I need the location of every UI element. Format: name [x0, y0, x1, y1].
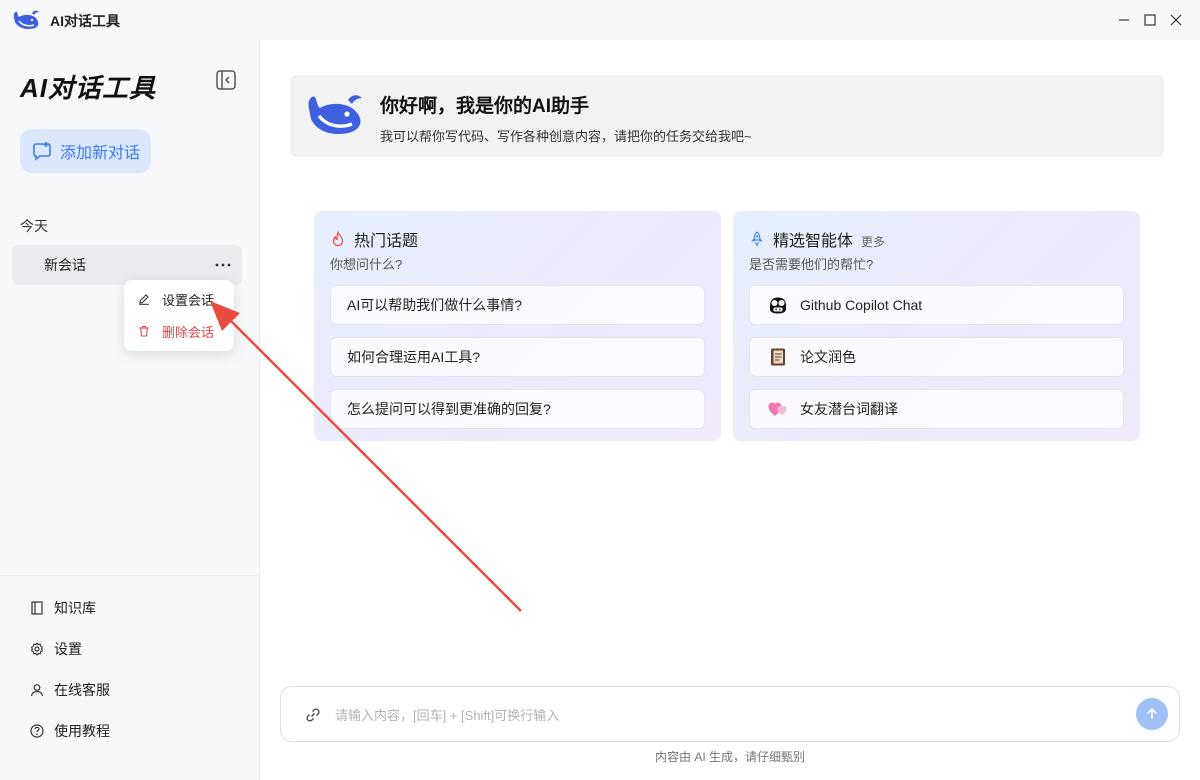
hearts-icon [768, 402, 787, 416]
maximize-button[interactable] [1140, 10, 1160, 30]
ai-disclaimer: 内容由 AI 生成，请仔细甄别 [654, 750, 805, 764]
menu-item-edit-conversation[interactable]: 设置会话 [138, 289, 214, 309]
user-icon [30, 684, 44, 697]
copilot-icon [770, 297, 786, 314]
agent-item[interactable]: Github Copilot Chat [749, 285, 1124, 325]
featured-agents-subtitle: 是否需要他们的帮忙? [749, 257, 874, 272]
conversation-item[interactable]: 新会话 [12, 245, 242, 285]
notebook-icon [771, 348, 785, 366]
conversation-context-menu: 设置会话 删除会话 [124, 280, 234, 351]
more-options-icon[interactable] [214, 257, 232, 273]
sidebar-link-online-support[interactable]: 在线客服 [30, 680, 110, 700]
more-agents-link[interactable]: 更多 [861, 233, 885, 250]
sidebar-title: AI对话工具 [20, 73, 157, 103]
agent-item[interactable]: 女友潜台词翻译 [749, 389, 1124, 429]
menu-item-label: 删除会话 [162, 324, 215, 340]
hot-topics-card: 热门话题 你想问什么? AI可以帮助我们做什么事情? 如何合理运用AI工具? 怎… [314, 211, 721, 441]
chat-input-box [280, 686, 1180, 742]
hot-topics-subtitle: 你想问什么? [330, 257, 403, 272]
sidebar-bottom-links: 知识库 设置 在线客服 使用教程 [0, 575, 259, 780]
add-new-chat-button[interactable]: 添加新对话 [20, 129, 151, 173]
agent-item[interactable]: 论文润色 [749, 337, 1124, 377]
minimize-icon [1119, 19, 1129, 21]
hot-topic-label: AI可以帮助我们做什么事情? [347, 297, 523, 313]
agent-label: 论文润色 [800, 349, 856, 365]
welcome-banner: 你好啊，我是你的AI助手 我可以帮你写代码、写作各种创意内容，请把你的任务交给我… [290, 75, 1164, 157]
welcome-subtitle: 我可以帮你写代码、写作各种创意内容，请把你的任务交给我吧~ [380, 129, 752, 144]
title-bar: AI对话工具 [0, 0, 1200, 40]
minimize-button[interactable] [1114, 10, 1134, 30]
conversation-label: 新会话 [44, 257, 86, 273]
flame-icon [332, 231, 344, 247]
sidebar-link-knowledge-base[interactable]: 知识库 [30, 598, 96, 618]
collapse-sidebar-icon[interactable] [215, 69, 237, 91]
hot-topics-header: 热门话题 [330, 227, 418, 251]
sidebar: AI对话工具 添加新对话 今天 新会话 知识库 设置 在线客服 使用教程 [0, 40, 260, 780]
sidebar-link-label: 设置 [54, 641, 82, 657]
hot-topic-item[interactable]: 怎么提问可以得到更准确的回复? [330, 389, 705, 429]
close-button[interactable] [1166, 10, 1186, 30]
menu-item-delete-conversation[interactable]: 删除会话 [138, 321, 214, 341]
maximize-icon [1144, 14, 1156, 26]
gear-icon [30, 642, 44, 656]
date-group-label: 今天 [20, 218, 48, 234]
close-icon [1170, 14, 1182, 26]
hot-topic-item[interactable]: AI可以帮助我们做什么事情? [330, 285, 705, 325]
trash-icon [139, 325, 149, 337]
sidebar-link-label: 知识库 [54, 600, 96, 616]
hot-topics-title: 热门话题 [354, 233, 419, 250]
hot-topic-label: 怎么提问可以得到更准确的回复? [347, 401, 551, 417]
sidebar-link-label: 使用教程 [54, 723, 110, 739]
agent-label: Github Copilot Chat [800, 297, 923, 313]
featured-agents-title: 精选智能体 [773, 233, 854, 250]
add-new-chat-label: 添加新对话 [60, 145, 141, 162]
whale-logo-icon [13, 10, 39, 29]
chat-message-input[interactable] [335, 701, 1115, 729]
agent-label: 女友潜台词翻译 [800, 401, 898, 417]
edit-icon [139, 294, 149, 305]
app-title: AI对话工具 [50, 13, 120, 29]
sidebar-link-label: 在线客服 [54, 682, 110, 698]
sidebar-link-tutorial[interactable]: 使用教程 [30, 721, 110, 741]
arrow-up-icon [1146, 707, 1158, 719]
featured-agents-card: 精选智能体 更多 是否需要他们的帮忙? Github Copilot Chat … [733, 211, 1140, 441]
rocket-icon [751, 231, 763, 247]
send-button[interactable] [1136, 698, 1168, 730]
hot-topic-item[interactable]: 如何合理运用AI工具? [330, 337, 705, 377]
help-icon [30, 724, 44, 738]
chat-plus-icon [33, 142, 51, 161]
attach-link-icon[interactable] [305, 707, 321, 723]
sidebar-link-settings[interactable]: 设置 [30, 639, 82, 659]
featured-agents-header: 精选智能体 更多 [749, 227, 885, 251]
hot-topic-label: 如何合理运用AI工具? [347, 349, 481, 365]
book-icon [31, 601, 43, 615]
welcome-title: 你好啊，我是你的AI助手 [380, 96, 590, 117]
menu-item-label: 设置会话 [162, 292, 215, 308]
whale-mascot-icon [308, 95, 362, 134]
